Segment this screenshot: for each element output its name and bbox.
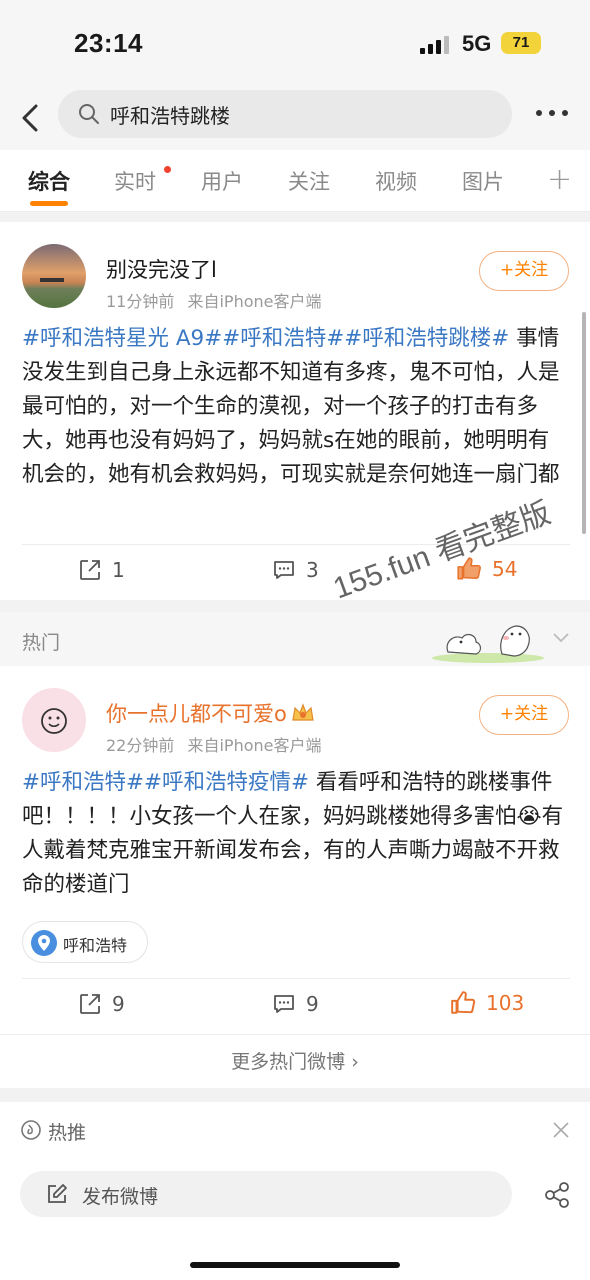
- tab-realtime[interactable]: 实时: [114, 166, 156, 196]
- post-card[interactable]: 你一点儿都不可爱o 22分钟前 来自iPhone客户端 +关注 #呼和浩特##呼…: [0, 666, 590, 1034]
- collapse-chevron-icon[interactable]: [552, 632, 570, 644]
- battery-icon: 71: [501, 32, 541, 54]
- compose-post-button[interactable]: 发布微博: [20, 1171, 512, 1217]
- close-icon[interactable]: [552, 1121, 570, 1139]
- tab-images[interactable]: 图片: [462, 166, 504, 196]
- edit-icon: [48, 1184, 67, 1203]
- vip-crown-icon: [292, 703, 314, 721]
- avatar[interactable]: [22, 688, 86, 752]
- hot-push-icon: [21, 1120, 41, 1140]
- repost-icon: [80, 994, 100, 1014]
- status-bar: 23:14 5G 71: [0, 0, 590, 88]
- comment-count: 3: [306, 558, 319, 582]
- comment-button[interactable]: 9: [272, 992, 319, 1016]
- search-icon: [79, 104, 99, 124]
- post-source: 来自iPhone客户端: [187, 292, 322, 311]
- repost-button[interactable]: 1: [78, 558, 125, 582]
- repost-count: 1: [112, 558, 125, 582]
- post-meta: 11分钟前 来自iPhone客户端: [106, 288, 321, 312]
- repost-button[interactable]: 9: [78, 992, 125, 1016]
- signal-icon: [420, 36, 450, 54]
- location-label: 呼和浩特: [63, 936, 128, 955]
- network-type: 5G: [462, 31, 492, 56]
- hot-section-label: 热门: [22, 632, 61, 654]
- follow-button[interactable]: +关注: [479, 251, 569, 291]
- share-icon[interactable]: [543, 1181, 571, 1209]
- comment-count: 9: [306, 992, 319, 1016]
- location-pin-icon: [31, 930, 57, 956]
- post-body: #呼和浩特星光 A9##呼和浩特##呼和浩特跳楼# 事情没发生到自己身上永远都不…: [22, 322, 570, 492]
- comment-icon: [274, 995, 294, 1013]
- post-time: 11分钟前: [106, 292, 175, 311]
- comment-icon: [274, 561, 294, 579]
- post-meta: 22分钟前 来自iPhone客户端: [106, 732, 321, 756]
- hot-push-row[interactable]: 热推: [0, 1102, 590, 1158]
- tab-following[interactable]: 关注: [288, 166, 330, 196]
- comment-button[interactable]: 3: [272, 558, 319, 582]
- search-tabs: 综合 实时 用户 关注 视频 图片 +: [0, 150, 590, 212]
- repost-icon: [80, 560, 100, 580]
- hot-section-header: 热门: [0, 612, 590, 666]
- back-icon[interactable]: [16, 98, 46, 138]
- repost-count: 9: [112, 992, 125, 1016]
- add-tab-icon[interactable]: +: [547, 162, 572, 197]
- sheep-illustration: [432, 625, 544, 663]
- more-hot-posts-link[interactable]: 更多热门微博 ›: [0, 1034, 590, 1088]
- post-body: #呼和浩特##呼和浩特疫情# 看看呼和浩特的跳楼事件吧！！！！小女孩一个人在家，…: [22, 766, 570, 904]
- post-time: 22分钟前: [106, 736, 175, 755]
- search-header: 呼和浩特跳楼: [0, 88, 590, 150]
- search-input[interactable]: 呼和浩特跳楼: [58, 90, 512, 138]
- status-time: 23:14: [74, 28, 143, 58]
- search-query: 呼和浩特跳楼: [110, 104, 230, 128]
- tab-all[interactable]: 综合: [28, 166, 70, 196]
- hot-push-label: 热推: [48, 1122, 87, 1144]
- tab-users[interactable]: 用户: [201, 166, 243, 196]
- new-content-dot: [164, 166, 171, 173]
- thumbs-up-icon: [451, 991, 476, 1014]
- like-count: 54: [492, 557, 518, 581]
- post-source: 来自iPhone客户端: [187, 736, 322, 755]
- location-chip[interactable]: 呼和浩特: [22, 921, 148, 963]
- bottom-bar: 发布微博: [0, 1158, 590, 1280]
- compose-label: 发布微博: [82, 1186, 159, 1208]
- active-tab-indicator: [30, 201, 68, 206]
- post-hashtags[interactable]: #呼和浩特##呼和浩特疫情#: [22, 770, 309, 795]
- follow-button[interactable]: +关注: [479, 695, 569, 735]
- more-options-icon[interactable]: [536, 110, 570, 120]
- post-hashtags[interactable]: #呼和浩特星光 A9##呼和浩特##呼和浩特跳楼#: [22, 326, 509, 351]
- avatar[interactable]: [22, 244, 86, 308]
- like-button[interactable]: 103: [450, 990, 524, 1016]
- username[interactable]: 别没完没了l: [106, 254, 217, 284]
- username[interactable]: 你一点儿都不可爱o: [106, 698, 287, 728]
- tab-videos[interactable]: 视频: [375, 166, 417, 196]
- like-count: 103: [486, 991, 525, 1015]
- username-row[interactable]: 你一点儿都不可爱o: [106, 698, 315, 728]
- divider: [22, 978, 570, 979]
- home-indicator: [190, 1262, 400, 1268]
- scrollbar[interactable]: [582, 312, 586, 534]
